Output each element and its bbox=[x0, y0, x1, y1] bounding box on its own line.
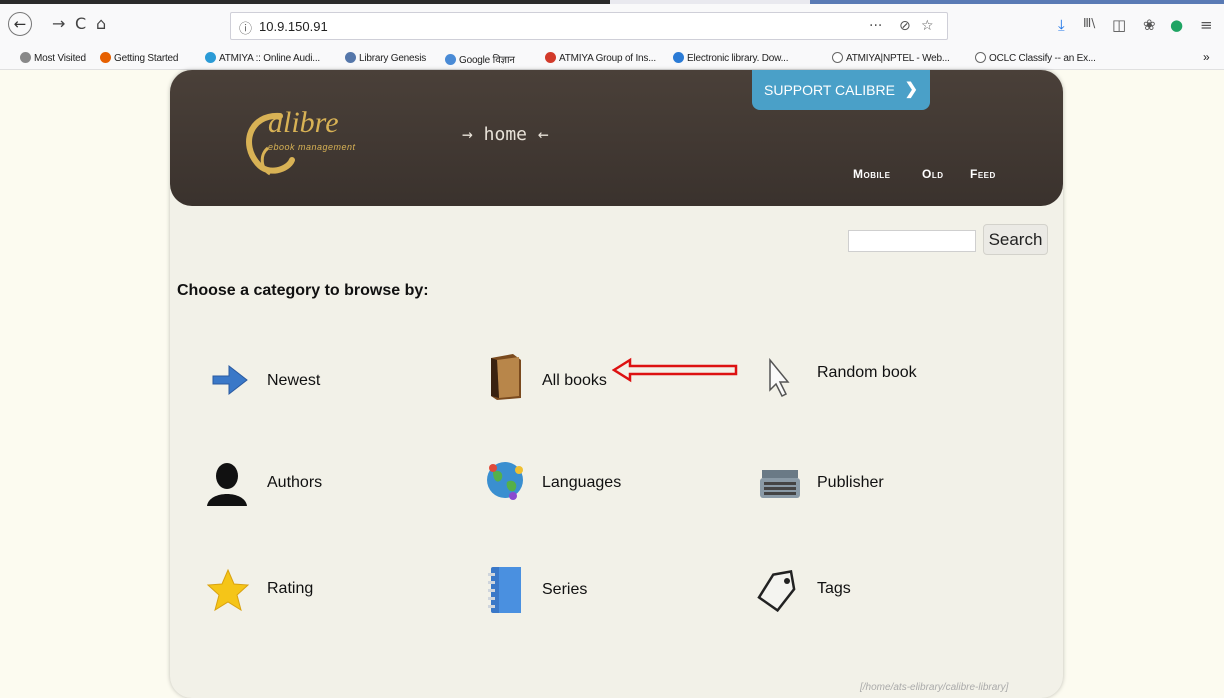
back-button[interactable]: ← bbox=[8, 12, 32, 36]
globe-icon bbox=[487, 462, 523, 500]
typewriter-icon bbox=[760, 470, 800, 498]
star-icon bbox=[206, 568, 250, 612]
reload-button[interactable]: C bbox=[75, 14, 86, 33]
notebook-icon bbox=[488, 567, 521, 613]
arrow-right-icon bbox=[212, 364, 248, 396]
gear-icon bbox=[20, 52, 31, 63]
menu-icon[interactable]: ≡ bbox=[1200, 16, 1213, 34]
search-input[interactable] bbox=[848, 230, 976, 252]
calibre-logo[interactable]: alibre ebook management bbox=[240, 104, 390, 184]
bookmark-item[interactable]: Google विज्ञान bbox=[445, 52, 515, 66]
logo-text: alibre bbox=[268, 106, 339, 139]
cursor-icon bbox=[769, 358, 790, 398]
home-button[interactable]: ⌂ bbox=[96, 14, 106, 33]
bookmark-item[interactable]: ATMIYA|NPTEL - Web... bbox=[832, 52, 950, 64]
bookmark-item[interactable]: OCLC Classify -- an Ex... bbox=[975, 52, 1096, 64]
old-link[interactable]: Old bbox=[922, 167, 944, 181]
page-heading: Choose a category to browse by: bbox=[177, 282, 429, 299]
support-calibre-button[interactable]: SUPPORT CALIBRE ❯ bbox=[752, 70, 930, 110]
bookmark-item[interactable]: ATMIYA :: Online Audi... bbox=[205, 52, 320, 64]
site-icon bbox=[205, 52, 216, 63]
annotation-arrow-icon bbox=[612, 357, 738, 383]
info-icon[interactable]: ⓘ bbox=[239, 18, 252, 37]
mobile-link[interactable]: Mobile bbox=[853, 167, 890, 181]
page-actions-icon[interactable]: ··· bbox=[869, 18, 882, 34]
logo-subtitle: ebook management bbox=[268, 142, 356, 152]
book-icon bbox=[491, 354, 521, 400]
library-icon[interactable]: Ⅲ\ bbox=[1083, 16, 1095, 30]
home-title: → home ← bbox=[462, 124, 549, 145]
bookmark-star-icon[interactable]: ☆ bbox=[921, 18, 934, 34]
site-icon bbox=[345, 52, 356, 63]
globe-icon bbox=[673, 52, 684, 63]
bookmark-item[interactable]: ATMIYA Group of Ins... bbox=[545, 52, 656, 64]
site-icon bbox=[545, 52, 556, 63]
library-path: [/home/ats-elibrary/calibre-library] bbox=[860, 682, 1009, 693]
globe-icon bbox=[975, 52, 986, 63]
url-text[interactable]: 10.9.150.91 bbox=[259, 19, 328, 34]
search-button[interactable]: Search bbox=[983, 224, 1048, 255]
feed-link[interactable]: Feed bbox=[970, 167, 996, 181]
download-icon[interactable]: ⤓ bbox=[1058, 16, 1065, 34]
forward-button[interactable]: → bbox=[52, 14, 65, 33]
globe-icon bbox=[832, 52, 843, 63]
site-icon bbox=[445, 54, 456, 65]
chevron-right-icon: ❯ bbox=[904, 81, 918, 98]
bookmark-item[interactable]: Library Genesis bbox=[345, 52, 426, 64]
bookmarks-bar: Most Visited Getting Started ATMIYA :: O… bbox=[0, 48, 1224, 70]
browser-toolbar: ← → C ⌂ ⓘ 10.9.150.91 ··· ⊘ ☆ ⤓ Ⅲ\ ◫ ❀ ●… bbox=[0, 4, 1224, 48]
bookmark-item[interactable]: Getting Started bbox=[100, 52, 178, 64]
sidebar-icon[interactable]: ◫ bbox=[1112, 16, 1126, 34]
person-icon bbox=[207, 463, 247, 506]
tag-icon bbox=[757, 570, 796, 612]
bookmark-item[interactable]: Most Visited bbox=[20, 52, 86, 64]
bookmarks-overflow-button[interactable]: » bbox=[1203, 50, 1210, 64]
pocket-icon[interactable]: ⊘ bbox=[899, 18, 911, 34]
firefox-icon bbox=[100, 52, 111, 63]
grammar-extension-icon[interactable]: ● bbox=[1170, 16, 1183, 34]
extension-icon[interactable]: ❀ bbox=[1143, 16, 1156, 34]
bookmark-item[interactable]: Electronic library. Dow... bbox=[673, 52, 789, 64]
address-bar[interactable]: ⓘ 10.9.150.91 ··· ⊘ ☆ bbox=[230, 12, 948, 40]
